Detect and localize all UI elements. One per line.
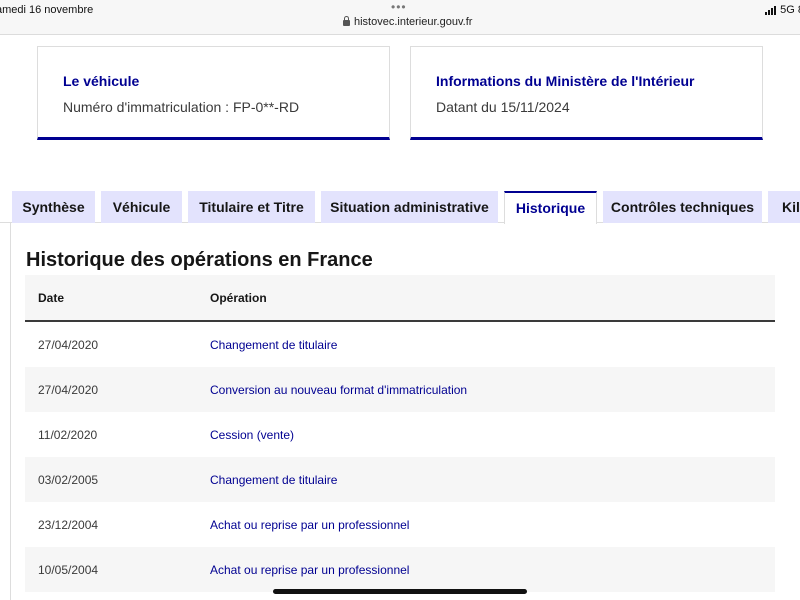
table-header: Date Opération bbox=[25, 275, 775, 322]
tab-situation-administrative[interactable]: Situation administrative bbox=[321, 191, 498, 223]
row-date: 23/12/2004 bbox=[38, 518, 99, 532]
row-date: 11/02/2020 bbox=[38, 428, 98, 442]
status-date: amedi 16 novembre bbox=[0, 4, 94, 16]
row-operation: Conversion au nouveau format d'immatricu… bbox=[210, 383, 468, 397]
table-row: 10/05/2004 Achat ou reprise par un profe… bbox=[25, 547, 775, 592]
vehicle-card-title: Le véhicule bbox=[63, 73, 140, 89]
row-operation: Achat ou reprise par un professionnel bbox=[210, 563, 410, 577]
row-operation: Achat ou reprise par un professionnel bbox=[210, 518, 410, 532]
row-operation: Cession (vente) bbox=[210, 428, 295, 442]
row-date: 27/04/2020 bbox=[38, 383, 99, 397]
tab-titulaire-et-titre[interactable]: Titulaire et Titre bbox=[188, 191, 315, 223]
row-date: 03/02/2005 bbox=[38, 473, 99, 487]
row-operation: Changement de titulaire bbox=[210, 338, 338, 352]
ministry-card-title: Informations du Ministère de l'Intérieur bbox=[436, 73, 695, 89]
page-title: Historique des opérations en France bbox=[26, 249, 373, 271]
tab-historique[interactable]: Historique bbox=[504, 191, 597, 224]
tab-controles-techniques[interactable]: Contrôles techniques bbox=[603, 191, 762, 223]
network-status: 5G 8 bbox=[765, 4, 800, 16]
network-label: 5G 8 bbox=[780, 4, 800, 16]
tab-vehicule[interactable]: Véhicule bbox=[101, 191, 182, 223]
table-row: 23/12/2004 Achat ou reprise par un profe… bbox=[25, 502, 775, 547]
row-operation: Changement de titulaire bbox=[210, 473, 338, 487]
more-dots-icon[interactable]: ••• bbox=[391, 0, 407, 14]
column-header-date: Date bbox=[38, 291, 65, 305]
tab-kilometrage[interactable]: Kilo bbox=[768, 191, 800, 223]
signal-icon bbox=[765, 5, 777, 15]
home-indicator[interactable] bbox=[273, 589, 527, 594]
browser-status-bar: amedi 16 novembre ••• histovec.interieur… bbox=[0, 0, 800, 35]
table-row: 27/04/2020 Changement de titulaire bbox=[25, 322, 775, 367]
column-header-operation: Opération bbox=[210, 291, 267, 305]
table-row: 27/04/2020 Conversion au nouveau format … bbox=[25, 367, 775, 412]
vehicle-card: Le véhicule Numéro d'immatriculation : F… bbox=[37, 46, 390, 140]
row-date: 10/05/2004 bbox=[38, 563, 99, 577]
lock-icon bbox=[343, 16, 350, 26]
data-date: Datant du 15/11/2024 bbox=[436, 99, 570, 115]
registration-number: Numéro d'immatriculation : FP-0**-RD bbox=[63, 99, 300, 115]
tab-synthese[interactable]: Synthèse bbox=[12, 191, 95, 223]
address-url: histovec.interieur.gouv.fr bbox=[354, 16, 473, 28]
address-bar[interactable]: histovec.interieur.gouv.fr bbox=[343, 16, 472, 28]
table-row: 11/02/2020 Cession (vente) bbox=[25, 412, 775, 457]
table-row: 03/02/2005 Changement de titulaire bbox=[25, 457, 775, 502]
row-date: 27/04/2020 bbox=[38, 338, 99, 352]
ministry-card: Informations du Ministère de l'Intérieur… bbox=[410, 46, 763, 140]
history-table: Date Opération 27/04/2020 Changement de … bbox=[25, 275, 775, 592]
